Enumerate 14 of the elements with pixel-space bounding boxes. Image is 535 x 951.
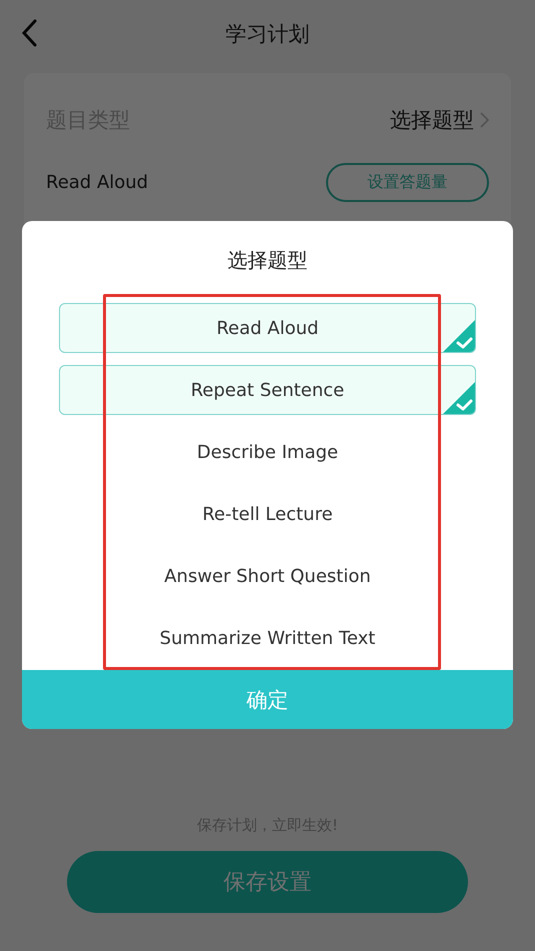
page-title: 学习计划 — [226, 21, 310, 48]
select-type-link[interactable]: 选择题型 — [390, 106, 489, 134]
question-type-option[interactable]: Answer Short Question — [59, 551, 476, 601]
question-type-option[interactable]: Describe Image — [59, 427, 476, 477]
question-type-option[interactable]: Read Aloud — [59, 303, 476, 353]
chevron-icon — [480, 112, 489, 128]
question-type-option[interactable]: Repeat Sentence — [59, 365, 476, 415]
checkmark-icon — [442, 319, 475, 352]
checkmark-icon — [442, 381, 475, 414]
question-type-name: Read Aloud — [46, 172, 148, 192]
question-type-option[interactable]: Re-tell Lecture — [59, 489, 476, 539]
question-type-option[interactable]: Summarize Written Text — [59, 613, 476, 663]
back-icon — [21, 19, 37, 47]
dialog-title: 选择题型 — [228, 246, 308, 274]
